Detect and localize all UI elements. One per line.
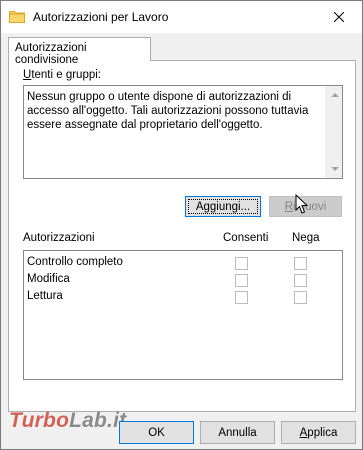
add-button[interactable]: Aggiungi... xyxy=(185,196,261,217)
window-title: Autorizzazioni per Lavoro xyxy=(33,10,169,24)
deny-column-header: Nega xyxy=(292,232,320,244)
close-button[interactable] xyxy=(316,1,362,33)
tab-share-permissions[interactable]: Autorizzazioni condivisione xyxy=(8,37,151,66)
cancel-button[interactable]: Annulla xyxy=(200,421,275,444)
allow-column-header: Consenti xyxy=(223,232,269,244)
users-label-rest: tenti e gruppi: xyxy=(31,69,101,81)
apply-button[interactable]: Applica xyxy=(281,421,356,444)
permissions-header: Autorizzazioni xyxy=(23,232,95,244)
apply-button-label: Applica xyxy=(299,426,338,439)
users-groups-label: Utenti e gruppi: xyxy=(23,69,101,81)
permissions-list: Controllo completo Modifica Lettura xyxy=(23,250,343,380)
deny-checkbox-read[interactable] xyxy=(294,291,307,304)
watermark-logo: TurboLab.it xyxy=(9,409,127,432)
permission-row: Controllo completo xyxy=(24,255,342,272)
title-bar[interactable]: Autorizzazioni per Lavoro xyxy=(1,1,362,33)
mouse-cursor-icon xyxy=(295,194,308,214)
permission-name: Controllo completo xyxy=(27,256,123,268)
ok-button[interactable]: OK xyxy=(119,421,194,444)
focus-ring xyxy=(188,199,258,214)
users-groups-list[interactable]: Nessun gruppo o utente dispone di autori… xyxy=(23,85,343,179)
permission-row: Lettura xyxy=(24,289,342,306)
deny-checkbox-full-control[interactable] xyxy=(294,257,307,270)
scroll-up-icon[interactable] xyxy=(331,93,339,97)
allow-checkbox-full-control[interactable] xyxy=(235,257,248,270)
permission-name: Modifica xyxy=(27,273,70,285)
close-icon xyxy=(334,12,344,22)
allow-checkbox-change[interactable] xyxy=(235,274,248,287)
folder-icon xyxy=(9,10,25,23)
dialog-window: Autorizzazioni per Lavoro Autorizzazioni… xyxy=(0,0,363,450)
permission-row: Modifica xyxy=(24,272,342,289)
users-scrollbar[interactable] xyxy=(325,86,342,178)
allow-checkbox-read[interactable] xyxy=(235,291,248,304)
tab-panel: Utenti e gruppi: Nessun gruppo o utente … xyxy=(8,60,356,412)
scroll-down-icon[interactable] xyxy=(331,167,339,171)
users-empty-message: Nessun gruppo o utente dispone di autori… xyxy=(27,91,309,131)
deny-checkbox-change[interactable] xyxy=(294,274,307,287)
permission-name: Lettura xyxy=(27,290,63,302)
